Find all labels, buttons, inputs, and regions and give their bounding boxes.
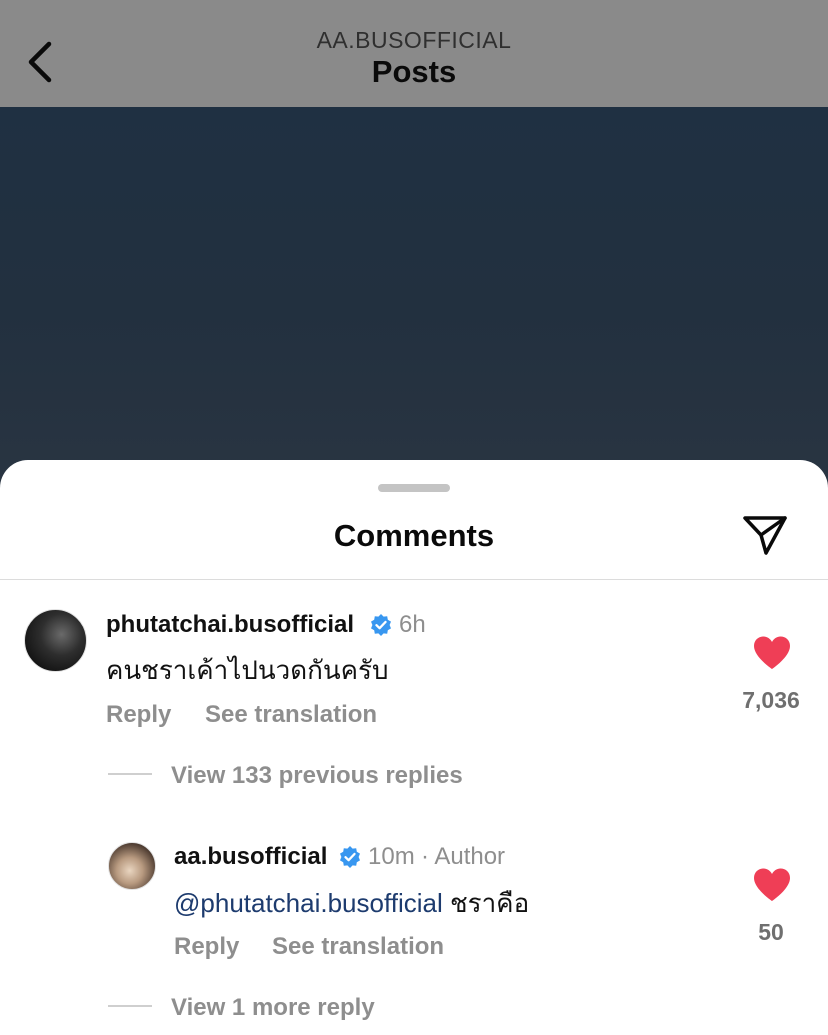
reply-button[interactable]: Reply — [174, 933, 239, 961]
sheet-drag-handle[interactable] — [378, 484, 450, 492]
page-title: Posts — [371, 54, 457, 89]
comment-timestamp: 10m — [368, 843, 415, 870]
replies-divider-line — [108, 773, 152, 775]
view-previous-replies-link[interactable]: View 133 previous replies — [171, 762, 463, 790]
post-image — [0, 107, 828, 507]
profile-username: AA.BUSOFFICIAL — [316, 27, 512, 53]
replies-divider-line — [108, 1005, 152, 1007]
comment-timestamp: 6h — [399, 611, 426, 638]
sheet-divider — [0, 579, 828, 580]
author-tag: · Author — [421, 843, 506, 870]
avatar[interactable] — [24, 609, 87, 672]
verified-badge-icon — [340, 846, 360, 868]
view-more-replies-link[interactable]: View 1 more reply — [171, 994, 375, 1022]
comment-text: คนชราเค้าไปนวดกันครับ — [106, 655, 389, 685]
avatar[interactable] — [108, 842, 156, 890]
comment-username[interactable]: aa.busofficial — [174, 843, 327, 871]
heart-icon[interactable] — [752, 635, 792, 671]
comment-text: @phutatchai.busofficial ชราคือ — [174, 883, 529, 924]
top-nav-bar: AA.BUSOFFICIAL Posts — [0, 0, 828, 107]
reply-button[interactable]: Reply — [106, 701, 171, 729]
comments-sheet: Comments phutatchai.busofficial 6h คนชรา… — [0, 460, 828, 1035]
share-button[interactable] — [738, 510, 792, 560]
see-translation-button[interactable]: See translation — [272, 933, 444, 961]
send-icon — [743, 516, 787, 555]
comment-body: ชราคือ — [442, 888, 530, 918]
like-count: 7,036 — [742, 687, 800, 713]
comments-title: Comments — [333, 518, 495, 553]
comment-username[interactable]: phutatchai.busofficial — [106, 611, 354, 639]
heart-icon[interactable] — [752, 867, 792, 903]
see-translation-button[interactable]: See translation — [205, 701, 377, 729]
mention-link[interactable]: @phutatchai.busofficial — [174, 888, 443, 918]
verified-badge-icon — [371, 614, 391, 636]
like-count: 50 — [758, 919, 784, 945]
